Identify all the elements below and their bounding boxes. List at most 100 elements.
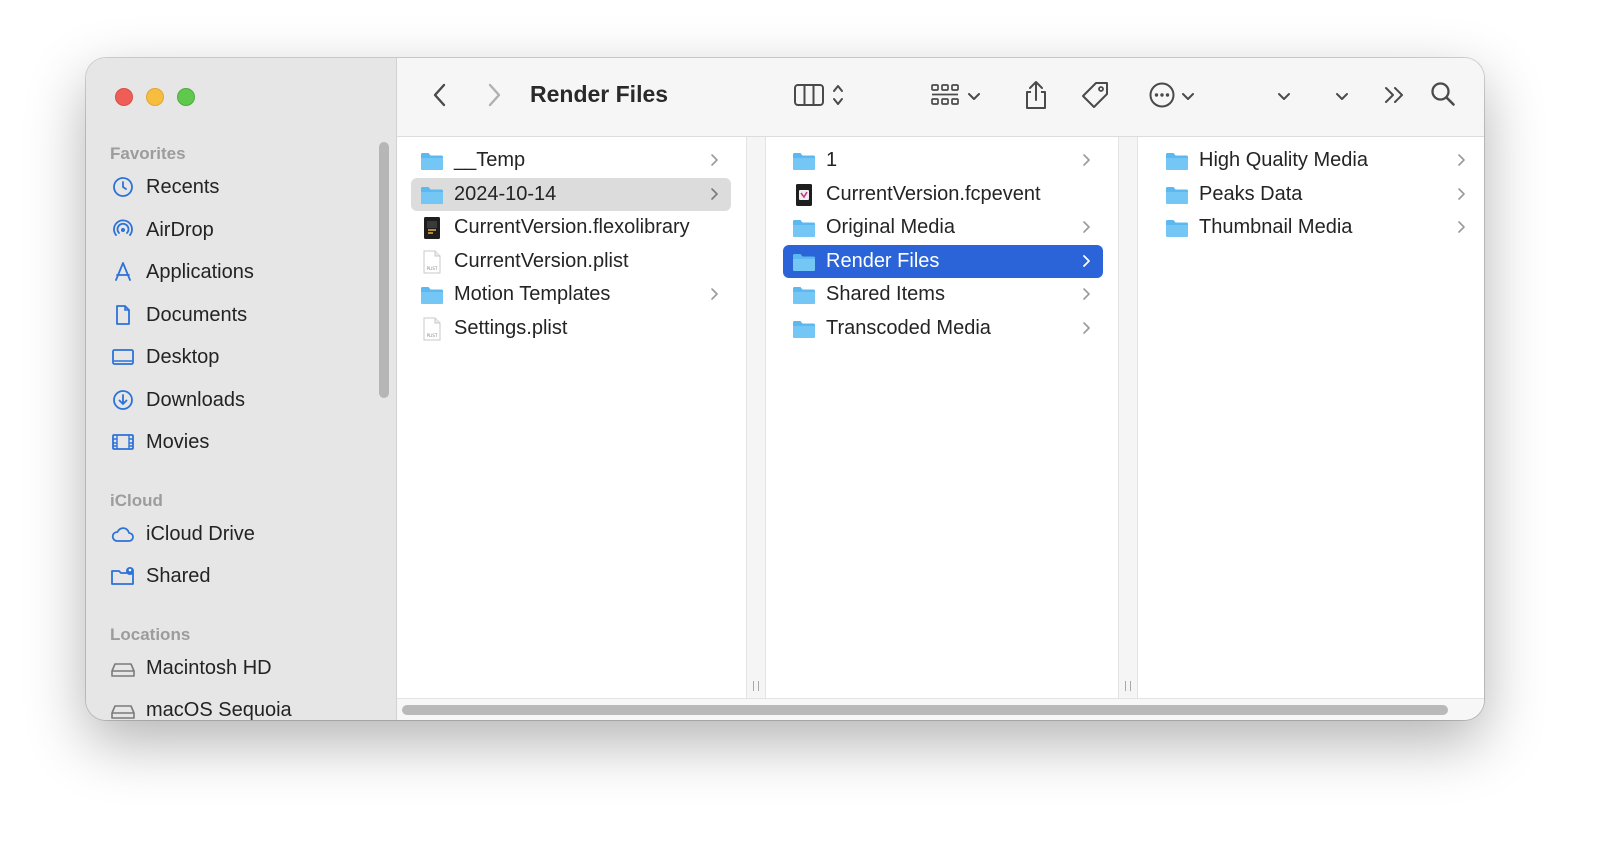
sidebar-scrollbar[interactable] bbox=[379, 142, 389, 398]
search-button[interactable] bbox=[1427, 80, 1459, 112]
folder-icon bbox=[419, 282, 445, 308]
sidebar: Favorites Recents AirDrop Applications D… bbox=[86, 58, 397, 720]
grip-icon bbox=[753, 681, 759, 691]
list-item[interactable]: Thumbnail Media bbox=[1156, 211, 1478, 244]
item-name: Shared Items bbox=[826, 283, 945, 305]
list-item[interactable]: PLIST Settings.plist bbox=[411, 312, 731, 345]
sidebar-section-icloud: iCloud bbox=[110, 491, 163, 510]
sidebar-item-macintosh-hd[interactable]: Macintosh HD bbox=[110, 651, 272, 685]
toolbar-dropdown-button[interactable] bbox=[1273, 86, 1295, 108]
event-file-icon bbox=[791, 182, 817, 208]
sidebar-item-applications[interactable]: Applications bbox=[110, 255, 254, 289]
folder-icon bbox=[1164, 182, 1190, 208]
sidebar-item-label: Shared bbox=[146, 564, 211, 587]
toolbar-dropdown-button[interactable] bbox=[1331, 86, 1353, 108]
folder-icon bbox=[1164, 215, 1190, 241]
item-name: Settings.plist bbox=[454, 317, 568, 339]
column-resize-handle[interactable] bbox=[1118, 137, 1138, 699]
film-icon bbox=[110, 429, 136, 455]
item-name: Transcoded Media bbox=[826, 317, 991, 339]
sidebar-item-label: macOS Sequoia bbox=[146, 698, 292, 721]
column-1: __Temp 2024-10-14 CurrentVersion.flexoli… bbox=[397, 137, 746, 699]
list-item-selected[interactable]: Render Files bbox=[783, 245, 1103, 278]
folder-icon bbox=[791, 148, 817, 174]
column-2: 1 CurrentVersion.fcpevent Original Media… bbox=[766, 137, 1118, 699]
folder-icon bbox=[791, 215, 817, 241]
item-name: __Temp bbox=[454, 149, 526, 171]
folder-icon bbox=[419, 148, 445, 174]
sidebar-item-icloud-drive[interactable]: iCloud Drive bbox=[110, 517, 255, 551]
view-mode-button[interactable] bbox=[787, 80, 851, 114]
close-button[interactable] bbox=[115, 88, 133, 106]
item-name: 2024-10-14 bbox=[454, 183, 557, 205]
sidebar-item-macos-sequoia[interactable]: macOS Sequoia bbox=[110, 693, 292, 720]
list-item[interactable]: Peaks Data bbox=[1156, 178, 1478, 211]
group-button[interactable] bbox=[925, 80, 985, 114]
sidebar-item-airdrop[interactable]: AirDrop bbox=[110, 213, 214, 247]
chevron-down-icon bbox=[1335, 88, 1349, 106]
list-item[interactable]: CurrentVersion.fcpevent bbox=[783, 178, 1103, 211]
sidebar-item-shared[interactable]: Shared bbox=[110, 559, 211, 593]
list-item[interactable]: __Temp bbox=[411, 144, 731, 177]
folder-icon bbox=[791, 249, 817, 275]
sidebar-item-desktop[interactable]: Desktop bbox=[110, 340, 219, 374]
search-icon bbox=[1429, 80, 1457, 113]
zoom-button[interactable] bbox=[177, 88, 195, 106]
airdrop-icon bbox=[110, 217, 136, 243]
share-icon bbox=[1023, 79, 1049, 116]
list-item[interactable]: Motion Templates bbox=[411, 278, 731, 311]
column-3: High Quality Media Peaks Data Thumbnail … bbox=[1138, 137, 1484, 699]
chevron-right-icon bbox=[1079, 253, 1093, 269]
clock-icon bbox=[110, 174, 136, 200]
sidebar-item-downloads[interactable]: Downloads bbox=[110, 383, 245, 417]
sidebar-item-documents[interactable]: Documents bbox=[110, 298, 247, 332]
toolbar: Render Files bbox=[397, 58, 1484, 137]
tag-button[interactable] bbox=[1077, 78, 1113, 116]
folder-icon bbox=[791, 282, 817, 308]
toolbar-overflow-button[interactable] bbox=[1381, 83, 1409, 111]
list-item[interactable]: Shared Items bbox=[783, 278, 1103, 311]
item-name: CurrentVersion.flexolibrary bbox=[454, 216, 690, 238]
minimize-button[interactable] bbox=[146, 88, 164, 106]
chevron-down-icon bbox=[968, 88, 980, 106]
shared-folder-icon bbox=[110, 563, 136, 589]
list-item[interactable]: High Quality Media bbox=[1156, 144, 1478, 177]
list-item[interactable]: Original Media bbox=[783, 211, 1103, 244]
tag-icon bbox=[1079, 79, 1111, 116]
chevron-right-icon bbox=[707, 186, 721, 202]
horizontal-scrollbar[interactable] bbox=[397, 698, 1484, 720]
chevron-down-icon bbox=[1182, 88, 1194, 106]
sidebar-item-movies[interactable]: Movies bbox=[110, 425, 209, 459]
list-item[interactable]: CurrentVersion.flexolibrary bbox=[411, 211, 731, 244]
column-resize-handle[interactable] bbox=[746, 137, 766, 699]
share-button[interactable] bbox=[1019, 78, 1053, 116]
plist-file-icon: PLIST bbox=[419, 249, 445, 275]
chevron-right-icon bbox=[1454, 219, 1468, 235]
back-button[interactable] bbox=[427, 83, 453, 111]
chevron-down-icon bbox=[1277, 88, 1291, 106]
window-title: Render Files bbox=[530, 81, 669, 107]
list-item[interactable]: PLIST CurrentVersion.plist bbox=[411, 245, 731, 278]
sidebar-section-locations: Locations bbox=[110, 625, 191, 644]
sidebar-item-recents[interactable]: Recents bbox=[110, 170, 219, 204]
column-view-icon bbox=[793, 82, 825, 113]
more-actions-button[interactable] bbox=[1143, 80, 1199, 114]
item-name: Thumbnail Media bbox=[1199, 216, 1353, 238]
svg-text:PLIST: PLIST bbox=[427, 266, 438, 271]
grip-icon bbox=[1125, 681, 1131, 691]
chevron-left-icon bbox=[432, 82, 448, 113]
forward-button[interactable] bbox=[481, 83, 507, 111]
desktop-icon bbox=[110, 344, 136, 370]
item-name: CurrentVersion.fcpevent bbox=[826, 183, 1041, 205]
sidebar-item-label: Documents bbox=[146, 303, 248, 326]
sidebar-item-label: Applications bbox=[146, 260, 254, 283]
list-item[interactable]: 2024-10-14 bbox=[411, 178, 731, 211]
list-item[interactable]: Transcoded Media bbox=[783, 312, 1103, 345]
list-item[interactable]: 1 bbox=[783, 144, 1103, 177]
scrollbar-thumb[interactable] bbox=[402, 705, 1448, 715]
chevron-right-icon bbox=[1454, 152, 1468, 168]
chevron-right-icon bbox=[1079, 320, 1093, 336]
grid-group-icon bbox=[930, 82, 960, 113]
chevron-right-icon bbox=[707, 152, 721, 168]
library-file-icon bbox=[419, 215, 445, 241]
